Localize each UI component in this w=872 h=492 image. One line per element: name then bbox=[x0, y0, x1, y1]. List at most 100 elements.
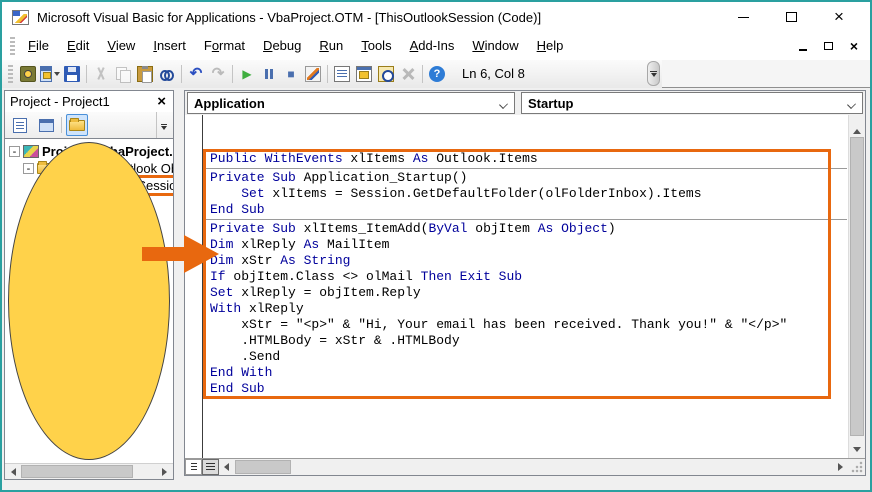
code-text: Public WithEvents xlItems As Outlook.Ite… bbox=[204, 151, 847, 397]
redo-icon: ↷ bbox=[210, 66, 226, 82]
menu-insert[interactable]: Insert bbox=[144, 32, 195, 60]
cursor-position-status: Ln 6, Col 8 bbox=[462, 66, 525, 81]
toolbar-separator bbox=[86, 65, 87, 83]
save-icon bbox=[64, 66, 80, 82]
dropdown-arrow-icon[interactable] bbox=[54, 72, 60, 76]
menu-items: FileEditViewInsertFormatDebugRunToolsAdd… bbox=[19, 32, 572, 60]
menu-window[interactable]: Window bbox=[463, 32, 527, 60]
scroll-up-icon[interactable] bbox=[853, 129, 861, 134]
mdi-restore-icon[interactable] bbox=[824, 42, 833, 50]
toggle-folders-button[interactable] bbox=[66, 114, 88, 136]
code-editor-area[interactable]: Public WithEvents xlItems As Outlook.Ite… bbox=[185, 115, 865, 458]
scroll-down-icon[interactable] bbox=[853, 447, 861, 452]
cut-button[interactable] bbox=[90, 63, 112, 85]
mdi-minimize-icon[interactable] bbox=[799, 49, 807, 51]
menu-help[interactable]: Help bbox=[528, 32, 573, 60]
panel-toolbar-options-icon[interactable] bbox=[156, 112, 169, 138]
code-line: Private Sub Application_Startup() bbox=[210, 170, 847, 186]
full-module-view-button[interactable] bbox=[202, 459, 219, 475]
toolbar-options-icon[interactable] bbox=[647, 61, 660, 86]
menu-addins[interactable]: Add-Ins bbox=[401, 32, 464, 60]
reset-button[interactable]: ■ bbox=[280, 63, 302, 85]
project-panel-hscrollbar[interactable] bbox=[5, 463, 173, 479]
menu-file[interactable]: File bbox=[19, 32, 58, 60]
tree-item-thisoutlooksession[interactable]: ThisOutlookSession bbox=[5, 177, 173, 194]
find-icon bbox=[159, 66, 175, 82]
hscroll-thumb[interactable] bbox=[235, 460, 291, 474]
title-bar: Microsoft Visual Basic for Applications … bbox=[2, 2, 870, 32]
redo-button[interactable]: ↷ bbox=[207, 63, 229, 85]
properties-window-icon bbox=[356, 66, 372, 82]
menu-run[interactable]: Run bbox=[310, 32, 352, 60]
code-vscrollbar[interactable] bbox=[848, 115, 865, 458]
toolbar-separator bbox=[422, 65, 423, 83]
menu-view[interactable]: View bbox=[98, 32, 144, 60]
object-browser-icon bbox=[378, 66, 394, 82]
resize-grip[interactable] bbox=[851, 461, 863, 473]
mdi-close-icon[interactable]: × bbox=[850, 40, 858, 52]
object-dropdown-value: Application bbox=[194, 96, 265, 111]
close-icon[interactable]: × bbox=[832, 10, 846, 24]
code-line: Private Sub xlItems_ItemAdd(ByVal objIte… bbox=[210, 221, 847, 237]
view-object-button[interactable] bbox=[35, 114, 57, 136]
menu-format[interactable]: Format bbox=[195, 32, 254, 60]
project-tree: -Project1 (VbaProject.OTM)-Microsoft Out… bbox=[5, 139, 173, 463]
view-microsoft-outlook-icon bbox=[20, 66, 36, 82]
scroll-left-icon[interactable] bbox=[224, 463, 229, 471]
code-window: Application Startup Public WithEvents xl… bbox=[184, 90, 866, 476]
paste-icon bbox=[137, 66, 153, 82]
code-line: .Send bbox=[210, 349, 847, 365]
code-hscrollbar[interactable] bbox=[219, 459, 865, 475]
design-mode-icon bbox=[305, 66, 321, 82]
view-code-button[interactable] bbox=[9, 114, 31, 136]
code-line: End Sub bbox=[210, 202, 847, 218]
standard-toolbar: ↶↷ ▶ ■? Ln 6, Col 8 bbox=[2, 60, 662, 88]
toolbox-button[interactable] bbox=[397, 63, 419, 85]
procedure-view-button[interactable] bbox=[185, 459, 202, 475]
save-button[interactable] bbox=[61, 63, 83, 85]
procedure-dropdown[interactable]: Startup bbox=[521, 92, 863, 114]
collapse-icon[interactable]: - bbox=[9, 146, 20, 157]
scroll-right-icon[interactable] bbox=[162, 468, 167, 476]
run-sub-button[interactable]: ▶ bbox=[236, 63, 258, 85]
procedure-separator bbox=[210, 218, 847, 221]
panel-splitter[interactable] bbox=[174, 90, 184, 480]
toolbar-separator bbox=[327, 65, 328, 83]
scroll-left-icon[interactable] bbox=[11, 468, 16, 476]
paste-button[interactable] bbox=[134, 63, 156, 85]
toolbar-separator bbox=[61, 117, 62, 133]
project-icon bbox=[23, 145, 39, 158]
procedure-dropdown-value: Startup bbox=[528, 96, 574, 111]
minimize-icon[interactable] bbox=[736, 10, 750, 24]
object-browser-button[interactable] bbox=[375, 63, 397, 85]
vscroll-thumb[interactable] bbox=[850, 137, 864, 436]
project-panel-close-icon[interactable]: × bbox=[155, 95, 168, 109]
design-mode-button[interactable] bbox=[302, 63, 324, 85]
maximize-icon[interactable] bbox=[784, 10, 798, 24]
copy-button[interactable] bbox=[112, 63, 134, 85]
menu-tools[interactable]: Tools bbox=[352, 32, 400, 60]
project-explorer-panel: Project - Project1 × -Project1 (VbaProje… bbox=[4, 90, 174, 480]
menu-debug[interactable]: Debug bbox=[254, 32, 310, 60]
toolbar-grip-handle[interactable] bbox=[8, 65, 13, 83]
menu-edit[interactable]: Edit bbox=[58, 32, 98, 60]
insert-userform-button[interactable] bbox=[39, 63, 61, 85]
scroll-right-icon[interactable] bbox=[838, 463, 843, 471]
collapse-icon[interactable]: - bbox=[23, 163, 34, 174]
undo-button[interactable]: ↶ bbox=[185, 63, 207, 85]
view-microsoft-outlook-button[interactable] bbox=[17, 63, 39, 85]
help-button[interactable]: ? bbox=[426, 63, 448, 85]
break-button[interactable] bbox=[258, 63, 280, 85]
properties-window-button[interactable] bbox=[353, 63, 375, 85]
break-icon bbox=[261, 66, 277, 82]
project-panel-toolbar bbox=[5, 112, 173, 139]
cut-icon bbox=[93, 66, 109, 82]
menubar-grip-handle[interactable] bbox=[10, 37, 15, 55]
window-controls: × bbox=[736, 10, 846, 24]
toolbox-icon bbox=[400, 66, 416, 82]
object-dropdown[interactable]: Application bbox=[187, 92, 515, 114]
hscroll-thumb[interactable] bbox=[21, 465, 133, 478]
toolbar-row: ↶↷ ▶ ■? Ln 6, Col 8 bbox=[2, 60, 870, 88]
find-button[interactable] bbox=[156, 63, 178, 85]
project-explorer-button[interactable] bbox=[331, 63, 353, 85]
